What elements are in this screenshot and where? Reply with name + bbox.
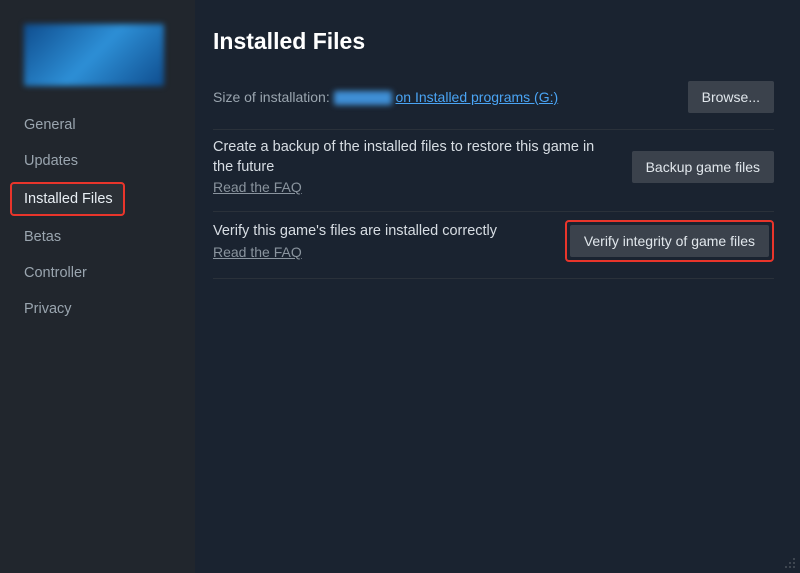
sidebar: General Updates Installed Files Betas Co…: [0, 0, 195, 573]
backup-row: Create a backup of the installed files t…: [213, 130, 774, 212]
install-size-row: Size of installation: on Installed progr…: [213, 81, 774, 130]
sidebar-item-controller[interactable]: Controller: [0, 258, 195, 288]
verify-faq-link[interactable]: Read the FAQ: [213, 244, 302, 260]
install-location-link[interactable]: on Installed programs (G:): [396, 89, 559, 105]
verify-row: Verify this game's files are installed c…: [213, 212, 774, 279]
verify-integrity-button[interactable]: Verify integrity of game files: [570, 225, 769, 257]
backup-button[interactable]: Backup game files: [632, 151, 774, 183]
sidebar-item-updates[interactable]: Updates: [0, 146, 195, 176]
sidebar-item-installed-files[interactable]: Installed Files: [10, 182, 125, 216]
install-size-value-redacted: [334, 91, 392, 105]
resize-grip-icon[interactable]: [783, 556, 797, 570]
verify-highlight: Verify integrity of game files: [565, 220, 774, 262]
sidebar-item-general[interactable]: General: [0, 110, 195, 140]
install-size-text: Size of installation: on Installed progr…: [213, 89, 558, 105]
backup-faq-link[interactable]: Read the FAQ: [213, 179, 302, 195]
main-panel: Installed Files Size of installation: on…: [195, 0, 800, 573]
sidebar-nav: General Updates Installed Files Betas Co…: [0, 110, 195, 330]
sidebar-item-betas[interactable]: Betas: [0, 222, 195, 252]
verify-text: Verify this game's files are installed c…: [213, 222, 549, 242]
backup-text: Create a backup of the installed files t…: [213, 138, 616, 177]
browse-button[interactable]: Browse...: [688, 81, 774, 113]
game-thumbnail: [24, 24, 164, 86]
page-title: Installed Files: [213, 28, 774, 55]
install-size-label: Size of installation:: [213, 89, 330, 105]
sidebar-item-privacy[interactable]: Privacy: [0, 294, 195, 324]
